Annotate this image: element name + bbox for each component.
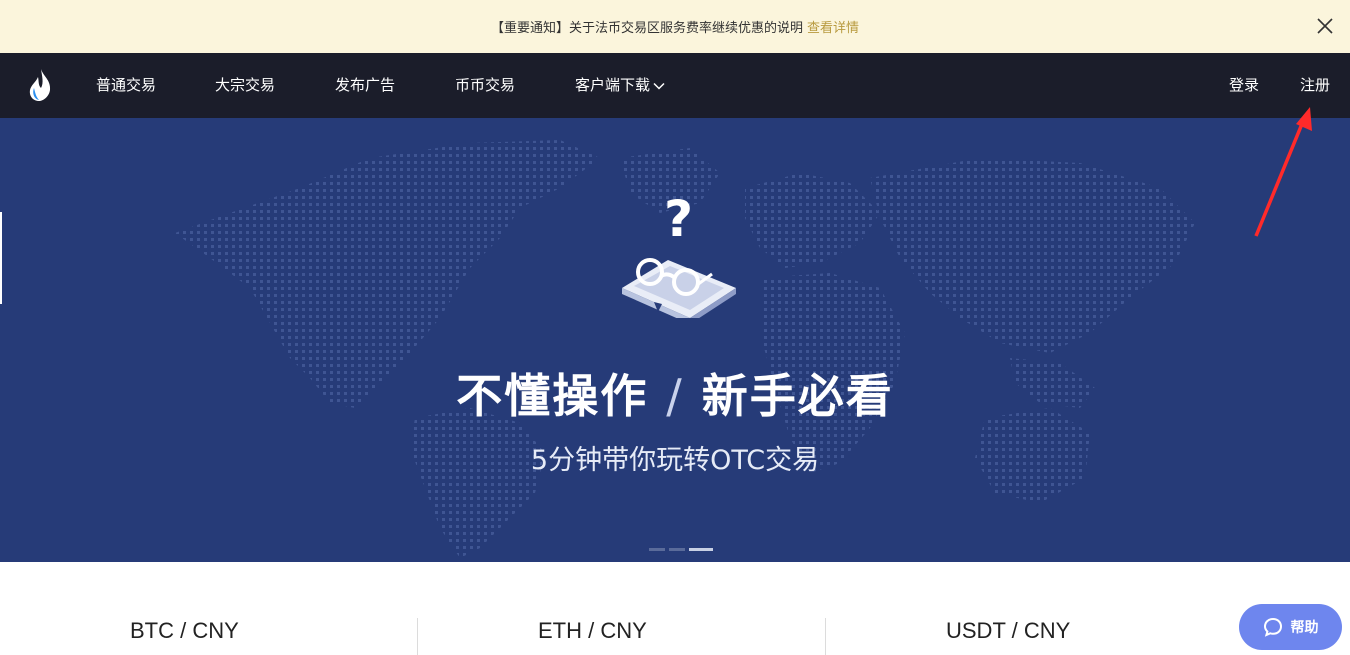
carousel-dot-active[interactable] [689,548,713,551]
help-button[interactable]: 帮助 [1239,604,1342,650]
top-navigation: 普通交易 大宗交易 发布广告 币币交易 客户端下载 登录 注册 [0,53,1350,118]
flame-logo-icon[interactable] [27,68,53,102]
chat-bubble-icon [1263,617,1282,637]
notice-text: 【重要通知】关于法币交易区服务费率继续优惠的说明 [490,21,803,36]
left-edge-marker [0,212,2,304]
nav-item-post-ad[interactable]: 发布广告 [335,53,395,118]
world-map-dots [175,140,1195,558]
banner-subtitle: 5分钟带你玩转OTC交易 [530,445,820,476]
carousel-dot[interactable] [649,548,665,551]
hero-banner[interactable]: ? 不懂操作 / 新手必看 5分钟带你玩转OTC交易 [0,118,1350,562]
nav-item-client-download-label: 客户端下载 [575,76,651,94]
nav-item-block-trade[interactable]: 大宗交易 [215,53,275,118]
close-icon[interactable] [1312,13,1338,39]
nav-item-client-download[interactable]: 客户端下载 [575,53,665,118]
pair-eth-cny[interactable]: ETH / CNY [538,618,647,644]
currency-pair-tabs: BTC / CNY ETH / CNY USDT / CNY [0,562,1350,655]
banner-headline: 不懂操作 / 新手必看 [0,360,1350,426]
chevron-down-icon [653,82,665,90]
annotation-arrow [1254,107,1312,237]
notice-bar: 【重要通知】关于法币交易区服务费率继续优惠的说明 查看详情 [0,0,1350,53]
divider [417,618,418,655]
headline-right: 新手必看 [701,369,894,423]
divider [825,618,826,655]
notice-details-link[interactable]: 查看详情 [807,17,859,36]
pair-usdt-cny[interactable]: USDT / CNY [946,618,1070,644]
headline-slash: / [666,369,684,423]
headline-left: 不懂操作 [456,369,649,423]
carousel-indicators [649,548,713,551]
question-mark-glasses-book-icon: ? [622,190,736,318]
nav-item-coin-trade[interactable]: 币币交易 [455,53,515,118]
carousel-dot[interactable] [669,548,685,551]
svg-text:?: ? [664,190,693,248]
help-label: 帮助 [1290,620,1319,636]
nav-item-normal-trade[interactable]: 普通交易 [96,53,156,118]
pair-btc-cny[interactable]: BTC / CNY [130,618,239,644]
